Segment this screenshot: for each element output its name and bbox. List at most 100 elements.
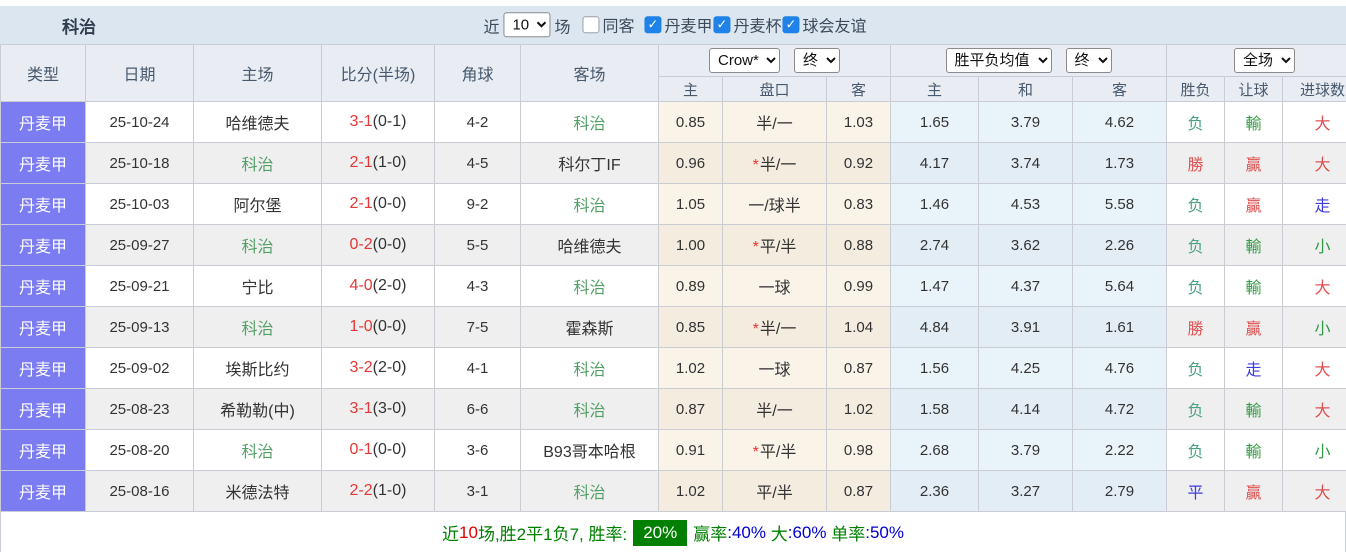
handicap-result-cell: 走 [1224, 347, 1284, 389]
home-team-name: 哈维德夫 [225, 116, 290, 133]
home-team-cell: 科治 [193, 429, 322, 471]
checked-checkbox-icon[interactable] [644, 15, 662, 33]
handicap-line-value: 半/一 [759, 321, 797, 338]
handicap-result-cell: 贏 [1224, 183, 1284, 225]
avg-time-select[interactable]: 终 [1065, 48, 1112, 73]
result-scope-select[interactable]: 全场 [1234, 48, 1296, 73]
col-header-type: 类型 [0, 44, 86, 102]
handicap-away-odds-cell: 0.92 [826, 142, 891, 184]
handicap-result: 贏 [1245, 485, 1262, 502]
handicap-time-select[interactable]: 终 [794, 48, 840, 73]
date-cell: 25-10-18 [85, 142, 194, 184]
checked-checkbox-icon[interactable] [713, 15, 731, 33]
wdl-result-cell: 负 [1166, 224, 1226, 266]
handicap-result: 輸 [1245, 403, 1262, 420]
handicap-result-cell: 贏 [1224, 306, 1284, 348]
score-cell: 3-2(2-0) [321, 347, 435, 389]
avg-draw-odds-cell: 3.62 [978, 224, 1073, 266]
score-cell: 0-2(0-0) [321, 224, 435, 266]
handicap-home-odds-cell: 1.00 [658, 224, 723, 266]
checked-checkbox-icon[interactable] [782, 15, 800, 33]
avg-home-odds-cell: 1.56 [890, 347, 979, 389]
unchecked-checkbox-icon[interactable] [582, 15, 600, 33]
home-team-cell: 科治 [193, 142, 322, 184]
matches-label: 场 [554, 19, 571, 36]
summary-text: :60% [787, 522, 827, 542]
away-team-name: 科治 [573, 403, 606, 420]
home-team-name: 阿尔堡 [233, 198, 282, 215]
score-cell: 2-1(1-0) [321, 142, 435, 184]
handicap-line-text: *半/一 [753, 157, 797, 174]
home-team-cell: 希勒勒(中) [193, 388, 322, 430]
handicap-line-text: 半/一 [756, 403, 792, 420]
wdl-result-cell: 平 [1166, 470, 1226, 512]
fulltime-score: 1-0 [349, 318, 373, 335]
handicap-line-text: 半/一 [756, 116, 792, 133]
handicap-result-cell: 輸 [1224, 429, 1284, 471]
score-cell: 1-0(0-0) [321, 306, 435, 348]
home-team-name: 科治 [241, 239, 274, 256]
corners-cell: 6-6 [434, 388, 521, 430]
score-text: 3-1(3-0) [350, 400, 407, 417]
avg-away-odds-cell: 5.64 [1071, 265, 1168, 307]
handicap-home-odds-cell: 0.89 [658, 265, 723, 307]
win-rate-badge: 20% [633, 519, 688, 546]
handicap-line-value: 平/半 [756, 485, 793, 502]
recent-count-select[interactable]: 10 [503, 12, 551, 38]
avg-draw-odds-cell: 3.91 [978, 306, 1073, 348]
avg-home-odds-cell: 4.17 [890, 142, 979, 184]
handicap-result-cell: 輸 [1224, 265, 1284, 307]
handicap-home-odds-cell: 1.02 [658, 470, 723, 512]
away-team-name: 科治 [573, 362, 606, 379]
handicap-line-text: 一球 [758, 280, 790, 297]
avg-draw-odds-cell: 4.53 [978, 183, 1073, 225]
match-row: 丹麦甲 25-08-20 科治 0-1(0-0) 3-6 B93哥本哈根 0.91 *平/半 0… [0, 429, 1346, 471]
match-row: 丹麦甲 25-10-24 哈维德夫 3-1(0-1) 4-2 科治 0.85 半/一 1.03 1… [0, 101, 1346, 143]
away-team-cell: 科治 [520, 470, 659, 512]
corners-cell: 9-2 [434, 183, 521, 225]
header-row-groups: 类型 日期 主场 比分(半场) 角球 客场 Crow* 终 胜平负均值 终 全场 [0, 44, 1346, 102]
handicap-home-odds-cell: 0.91 [658, 429, 723, 471]
home-team-name: 米德法特 [225, 485, 290, 502]
league-cell: 丹麦甲 [0, 429, 86, 471]
avg-away-odds-cell: 2.79 [1071, 470, 1168, 512]
subheader-handicap-line: 盘口 [722, 76, 827, 102]
avg-draw-odds-cell: 3.74 [978, 142, 1073, 184]
avg-home-odds-cell: 1.65 [890, 101, 979, 143]
subheader-avg-draw: 和 [978, 76, 1073, 102]
handicap-result: 贏 [1245, 157, 1262, 174]
corners-cell: 4-1 [434, 347, 521, 389]
home-team-name: 希勒勒(中) [220, 403, 295, 420]
corners-cell: 4-3 [434, 265, 521, 307]
avg-home-odds-cell: 1.46 [890, 183, 979, 225]
score-cell: 3-1(3-0) [321, 388, 435, 430]
home-team-name: 埃斯比约 [225, 362, 290, 379]
handicap-home-odds-cell: 0.96 [658, 142, 723, 184]
handicap-line-text: *半/一 [753, 321, 797, 338]
away-team-cell: 科治 [520, 388, 659, 430]
handicap-result-cell: 輸 [1224, 101, 1284, 143]
wdl-result: 负 [1187, 362, 1204, 379]
wdl-result-cell: 负 [1166, 347, 1226, 389]
summary-text: :40% [727, 522, 766, 542]
odds-company-select[interactable]: Crow* [709, 48, 780, 73]
matches-table: 类型 日期 主场 比分(半场) 角球 客场 Crow* 终 胜平负均值 终 全场… [0, 44, 1346, 512]
score-cell: 2-1(0-0) [321, 183, 435, 225]
handicap-line-cell: 半/一 [722, 101, 827, 143]
match-row: 丹麦甲 25-09-21 宁比 4-0(2-0) 4-3 科治 0.89 一球 0.99 1.47… [0, 265, 1346, 307]
away-team-name: 科治 [573, 485, 606, 502]
wdl-result: 负 [1187, 116, 1204, 133]
league-cell: 丹麦甲 [0, 183, 86, 225]
handicap-home-odds-cell: 0.87 [658, 388, 723, 430]
avg-odds-type-select[interactable]: 胜平负均值 [945, 48, 1052, 73]
away-team-name: 霍森斯 [565, 321, 614, 338]
goals-result-cell: 小 [1282, 429, 1346, 471]
table-header: 类型 日期 主场 比分(半场) 角球 客场 Crow* 终 胜平负均值 终 全场… [0, 44, 1346, 102]
handicap-away-odds-cell: 1.04 [826, 306, 891, 348]
avg-away-odds-cell: 2.22 [1071, 429, 1168, 471]
corners-cell: 4-5 [434, 142, 521, 184]
goals-result: 大 [1314, 362, 1331, 379]
away-team-cell: 科治 [520, 183, 659, 225]
avg-home-odds-cell: 1.47 [890, 265, 979, 307]
live-star-marker: * [752, 321, 759, 338]
